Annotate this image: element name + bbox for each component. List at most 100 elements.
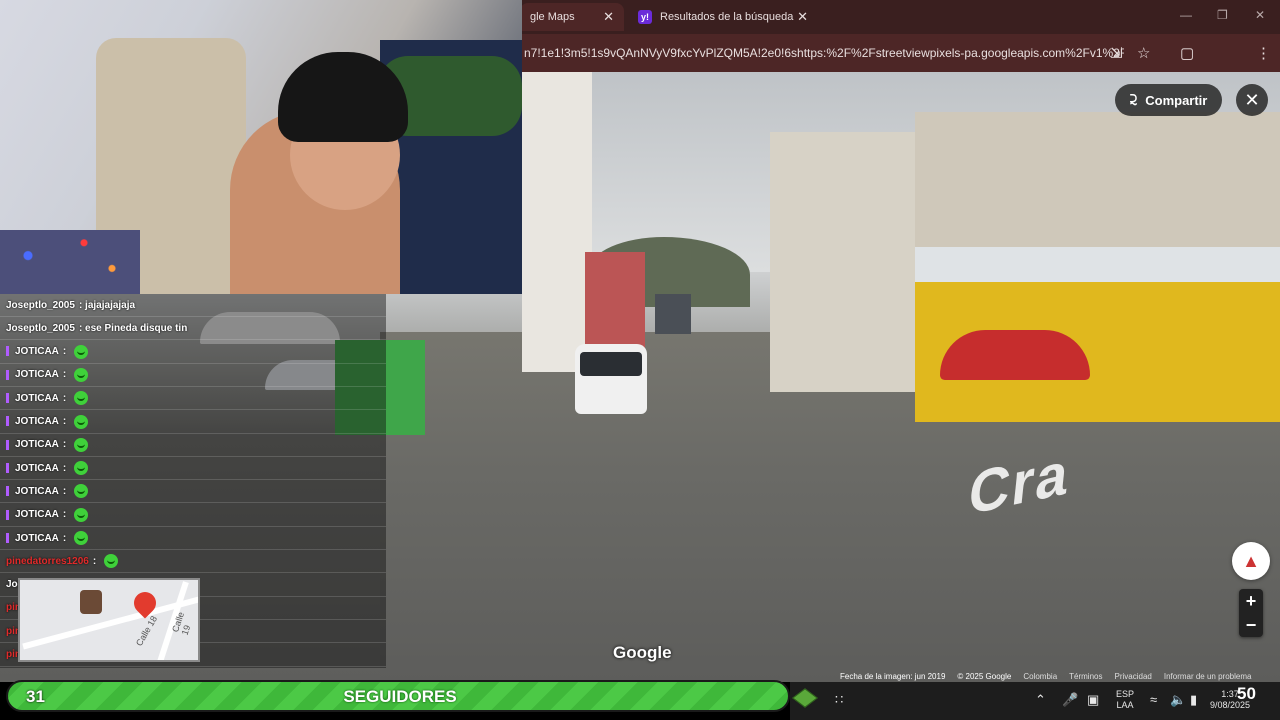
chat-text: : [62,392,67,404]
smile-emote-icon [74,437,89,452]
chat-text: : [92,555,97,567]
chat-message: JOTICAA: [0,457,386,481]
mini-map: Calle 19 Calle 18 [18,578,200,662]
footer-country[interactable]: Colombia [1023,672,1057,681]
chat-message: Joseptlo_2005: jajajajajaja [0,294,386,317]
zoom-in-button[interactable]: + [1239,589,1263,613]
chat-message: Joseptlo_2005: ese Pineda disque tin [0,317,386,341]
chevron-up-icon[interactable]: ⌃ [1035,692,1046,708]
tab-search-results[interactable]: y! Resultados de la búsqueda de ✕ [628,3,818,31]
chat-username: Joseptlo_2005 [6,322,75,334]
yahoo-icon: y! [638,10,652,24]
follower-label: SEGUIDORES [343,687,457,706]
avatar [80,590,102,614]
app-dots-icon[interactable]: ∷ [835,692,843,708]
screen: Cra Google ▲ + − Fecha de la imagen: jun… [0,0,1280,720]
footer-privacy-link[interactable]: Privacidad [1114,672,1151,681]
share-button[interactable]: ⫈ Compartir [1115,84,1222,116]
tab-strip: gle Maps ✕ y! Resultados de la búsqueda … [520,0,1280,34]
notification-count[interactable]: 50 [1237,684,1256,704]
address-bar[interactable]: n7!1e1!3m5!1s9vQAnNVyV9fxcYvPlZQM5A!2e0!… [520,34,1280,72]
chat-username: JOTICAA [6,346,59,357]
display-icon[interactable]: ▣ [1087,692,1099,708]
smile-emote-icon [104,554,119,569]
google-logo: Google [613,643,672,662]
extensions-icon[interactable]: ▢ [1180,44,1194,62]
webcam-overlay [0,0,522,294]
chat-text: : [62,369,67,381]
building-left [522,72,592,372]
chat-message: JOTICAA: [0,504,386,527]
building-right [770,132,920,392]
chat-text: : [62,462,67,474]
tab-label: gle Maps [530,11,575,23]
chat-username: JOTICAA [6,393,59,404]
menu-dots-icon[interactable]: ⋮ [1256,44,1271,62]
chat-text: : jajajajajaja [78,299,136,311]
close-icon[interactable]: ✕ [603,9,614,25]
chat-message: JOTICAA: [0,480,386,504]
smile-emote-icon [74,367,89,382]
language-indicator[interactable]: ESP LAA [1110,689,1140,711]
chat-username: JOTICAA [6,369,59,380]
chat-message: JOTICAA: [0,364,386,387]
truck [655,294,691,334]
smile-emote-icon [74,344,89,359]
share-label: Compartir [1145,92,1208,108]
chat-username: Joseptlo_2005 [6,299,75,311]
smile-emote-icon [74,391,89,406]
chat-message: JOTICAA: [0,387,386,411]
chat-message: JOTICAA: [0,434,386,457]
window-close-icon[interactable]: ✕ [1255,8,1265,22]
led-lights [0,230,140,294]
chat-username: JOTICAA [6,416,59,427]
footer-terms-link[interactable]: Términos [1069,672,1102,681]
minimize-icon[interactable]: — [1180,8,1192,22]
red-umbrella [940,330,1090,380]
van-window [580,352,642,376]
chat-message: JOTICAA: [0,411,386,434]
wifi-icon[interactable]: ≈ [1150,692,1157,707]
smile-emote-icon [74,531,89,545]
footer-report-link[interactable]: Informar de un problema [1164,672,1252,681]
close-icon: ✕ [1244,89,1260,110]
tab-google-maps[interactable]: gle Maps ✕ [520,3,624,31]
smile-emote-icon [74,507,89,522]
chat-text: : ese Pineda disque tin [78,322,188,334]
url-text[interactable]: n7!1e1!3m5!1s9vQAnNVyV9fxcYvPlZQM5A!2e0!… [524,46,1124,60]
install-icon[interactable]: ⇲ [1110,44,1123,62]
zoom-control: + − [1239,589,1263,637]
chat-username: JOTICAA [6,486,59,497]
chat-text: : [62,416,67,427]
volume-icon[interactable]: 🔈 [1170,692,1186,708]
chat-username: JOTICAA [6,463,59,474]
chat-username: JOTICAA [6,533,59,544]
smile-emote-icon [74,484,89,499]
lang-bottom: LAA [1116,700,1134,710]
bookmark-star-icon[interactable]: ☆ [1137,44,1150,62]
map-footer: Fecha de la imagen: jun 2019 © 2025 Goog… [840,670,1280,682]
chat-username: JOTICAA [6,439,59,450]
chat-text: : [62,439,67,451]
chat-username: JOTICAA [6,509,59,520]
chat-message: JOTICAA: [0,527,386,550]
image-date: Fecha de la imagen: jun 2019 [840,671,946,681]
zoom-out-button[interactable]: − [1239,613,1263,637]
close-street-view-button[interactable]: ✕ [1236,84,1268,116]
battery-icon[interactable]: ▮ [1190,692,1197,708]
smile-emote-icon [74,414,89,429]
chat-message: pinedatorres1206: [0,550,386,574]
chat-text: : [62,346,67,358]
smile-emote-icon [74,461,89,476]
copyright: © 2025 Google [957,671,1012,681]
chat-text: : [62,485,67,497]
tab-label: Resultados de la búsqueda de [660,11,795,23]
chat-message: JOTICAA: [0,341,386,364]
share-icon: ⫈ [1129,92,1138,107]
street-label: Calle 18 [133,614,160,648]
maximize-icon[interactable]: ❐ [1217,8,1228,22]
microphone-icon[interactable]: 🎤 [1062,692,1078,708]
close-icon[interactable]: ✕ [797,9,808,25]
lang-top: ESP [1115,689,1134,699]
compass-icon[interactable]: ▲ [1232,542,1270,580]
